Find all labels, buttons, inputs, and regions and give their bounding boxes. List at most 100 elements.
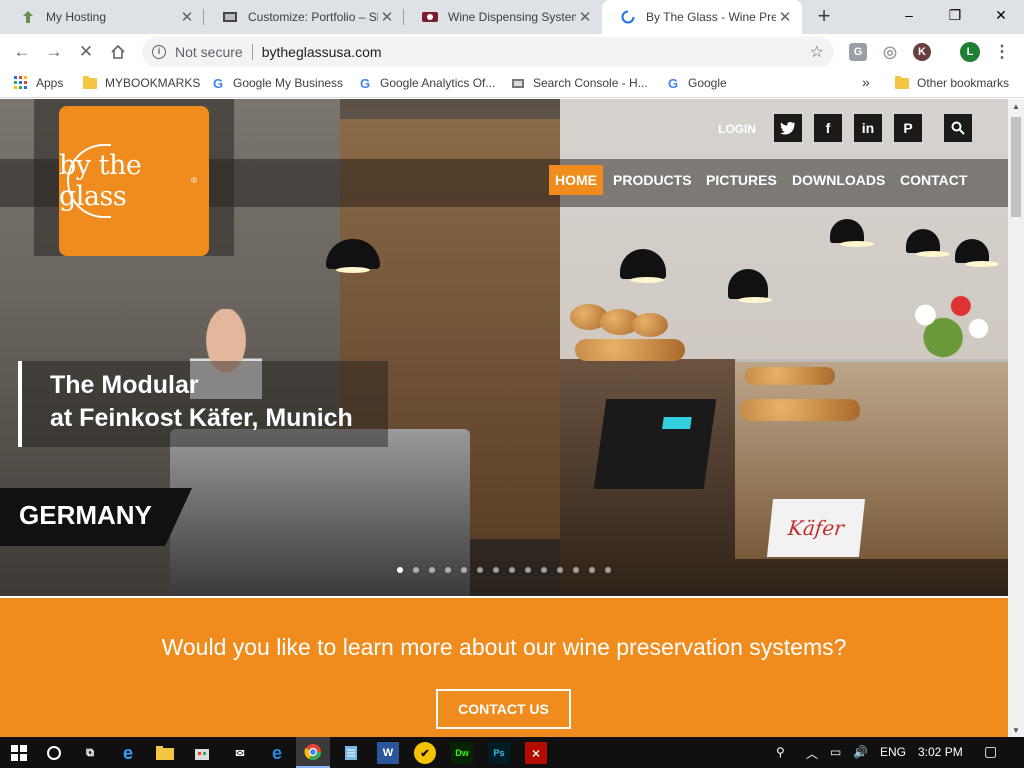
stop-loading-icon[interactable]: ✕ [74,40,98,64]
slider-pagination [397,567,621,575]
tab-by-the-glass[interactable]: By The Glass - Wine Pres ✕ [602,0,802,34]
bookmark-star-icon[interactable]: ☆ [810,42,824,62]
headphones-extension-icon[interactable]: ◎ [881,43,899,61]
url-text[interactable]: bytheglassusa.com [262,44,382,60]
task-view-icon[interactable]: ⧉ [79,742,101,764]
site-logo[interactable]: by the glass ® [59,106,209,256]
new-tab-button[interactable]: + [812,5,836,29]
slider-dot[interactable] [525,567,531,573]
slider-dot[interactable] [493,567,499,573]
tab-title: Customize: Portfolio – Sk [248,10,378,24]
slider-dot[interactable] [413,567,419,573]
search-icon[interactable] [944,114,972,142]
home-icon[interactable] [106,40,130,64]
info-icon[interactable]: i [152,45,166,59]
divider [251,44,253,60]
contact-us-button[interactable]: CONTACT US [436,689,571,729]
acrobat-icon[interactable]: ⨯ [525,742,547,764]
clock-time[interactable]: 3:02 PM [918,745,963,759]
bookmark-other[interactable]: Other bookmarks [895,75,1009,90]
slider-dot[interactable] [445,567,451,573]
linkedin-icon[interactable]: in [854,114,882,142]
nav-downloads[interactable]: DOWNLOADS [792,165,885,195]
notifications-icon[interactable]: ▢ [984,743,997,760]
cta-question: Would you like to learn more about our w… [161,634,847,660]
bookmark-google[interactable]: G Google [666,75,727,91]
slider-dot[interactable] [477,567,483,573]
address-bar[interactable]: i Not secure bytheglassusa.com ☆ [142,37,834,67]
slide-caption-line1: The Modular [50,371,199,399]
tab-strip: My Hosting ✕ Customize: Portfolio – Sk ✕… [0,0,1024,34]
restore-button[interactable]: ❐ [932,0,978,30]
back-arrow-icon[interactable]: ← [10,40,34,64]
internet-explorer-icon[interactable]: e [266,742,288,764]
minimize-button[interactable]: – [886,0,932,30]
cash-register-image [593,399,717,489]
profile-avatar-icon[interactable]: L [960,42,980,62]
slide-caption-line2: at Feinkost Käfer, Munich [50,404,353,432]
nav-contact[interactable]: CONTACT [900,165,967,195]
slider-dot[interactable] [397,567,403,573]
close-tab-icon[interactable]: ✕ [178,8,196,26]
close-tab-icon[interactable]: ✕ [776,8,794,26]
bookmark-mybookmarks[interactable]: MYBOOKMARKS [83,75,200,90]
nav-home[interactable]: HOME [549,165,603,195]
language-indicator[interactable]: ENG [880,745,906,759]
facebook-icon[interactable]: f [814,114,842,142]
chrome-icon[interactable] [296,737,330,768]
close-tab-icon[interactable]: ✕ [378,8,396,26]
bread-image [575,339,685,361]
slider-dot[interactable] [461,567,467,573]
apps-grid-icon [14,76,28,90]
slider-dot[interactable] [541,567,547,573]
bookmark-apps[interactable]: Apps [14,76,63,90]
g-extension-icon[interactable]: G [849,43,867,61]
tab-wine-dispensing[interactable]: Wine Dispensing System ✕ [404,0,602,34]
tab-customize-portfolio[interactable]: Customize: Portfolio – Sk ✕ [204,0,404,34]
windows-start-icon[interactable] [8,742,30,764]
google-icon: G [667,75,679,91]
slider-dot[interactable] [557,567,563,573]
tray-expand-chevron-icon[interactable]: ︿ [806,745,818,762]
scroll-up-arrow-icon[interactable]: ▲ [1008,102,1024,111]
file-explorer-icon[interactable] [154,742,176,764]
bookmarks-overflow-icon[interactable]: » [862,74,870,90]
pinterest-icon[interactable]: P [894,114,922,142]
slider-dot[interactable] [509,567,515,573]
hero-slider[interactable]: Käfer by the glass ® LOGIN f in P HOME P… [0,99,1008,596]
bookmark-label: Apps [36,76,64,90]
nav-products[interactable]: PRODUCTS [613,165,692,195]
slider-dot[interactable] [589,567,595,573]
people-icon[interactable]: ⚲ [776,745,785,759]
volume-icon[interactable]: 🔊 [853,745,868,759]
k-extension-icon[interactable]: K [913,43,931,61]
menu-kebab-icon[interactable]: ⋮ [990,40,1014,64]
edge-icon[interactable]: e [117,742,139,764]
close-window-button[interactable]: ✕ [978,0,1024,30]
cortana-search-icon[interactable] [43,742,65,764]
mail-icon[interactable]: ✉ [229,742,251,764]
bookmark-google-analytics[interactable]: G Google Analytics Of... [358,76,495,91]
norton-icon[interactable]: ✔ [414,742,436,764]
bookmark-search-console[interactable]: Search Console - H... [511,76,648,90]
slider-dot[interactable] [429,567,435,573]
slider-dot[interactable] [573,567,579,573]
word-icon[interactable]: W [377,742,399,764]
page-scrollbar[interactable]: ▲ ▼ [1008,99,1024,737]
nav-pictures[interactable]: PICTURES [706,165,777,195]
scroll-down-arrow-icon[interactable]: ▼ [1008,726,1024,735]
notepad-icon[interactable] [340,742,362,764]
network-icon[interactable]: ▭ [830,745,841,759]
bookmark-google-my-business[interactable]: G Google My Business [211,76,343,91]
login-link[interactable]: LOGIN [718,122,756,136]
twitter-icon[interactable] [774,114,802,142]
photoshop-icon[interactable]: Ps [488,742,510,764]
folder-icon [83,75,97,90]
forward-arrow-icon[interactable]: → [42,40,66,64]
scrollbar-thumb[interactable] [1011,117,1021,217]
slider-dot[interactable] [605,567,611,573]
store-icon[interactable] [191,742,213,764]
tab-my-hosting[interactable]: My Hosting ✕ [2,0,204,34]
dreamweaver-icon[interactable]: Dw [451,742,473,764]
close-tab-icon[interactable]: ✕ [576,8,594,26]
